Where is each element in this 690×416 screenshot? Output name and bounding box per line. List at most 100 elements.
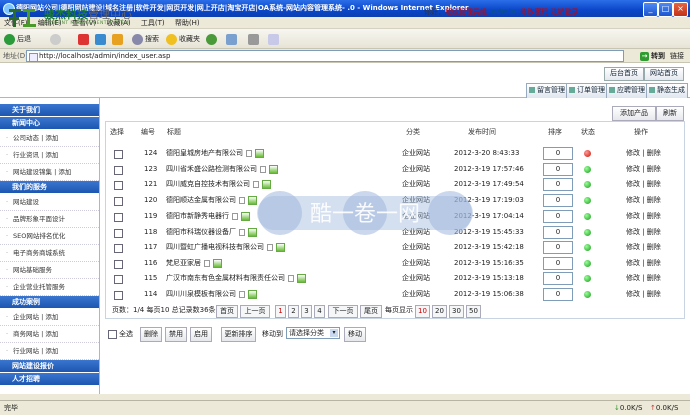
row-ops[interactable]: 修改 | 删除 <box>626 272 661 285</box>
minimize-button[interactable]: _ <box>643 2 658 17</box>
row-order-input[interactable]: 0 <box>543 272 573 285</box>
refresh-list-button[interactable]: 刷新 <box>656 106 684 121</box>
row-title[interactable]: 四川川泉模板有限公司 <box>166 288 257 301</box>
row-checkbox[interactable] <box>114 150 123 159</box>
sidebar-item-web-collection[interactable]: 网站建设锦集 | 添加 <box>0 164 99 181</box>
status-enabled-icon[interactable] <box>584 260 591 267</box>
menu-help[interactable]: 帮助(H) <box>171 17 204 29</box>
bulk-delete-button[interactable]: 删除 <box>140 327 162 342</box>
row-order-input[interactable]: 0 <box>543 194 573 207</box>
sidebar-item-business-sites[interactable]: 商务网站 | 添加 <box>0 326 99 343</box>
sidebar-head-about[interactable]: 关于我们 <box>0 104 99 117</box>
sidebar-head-jobs[interactable]: 人才招聘 <box>0 373 99 386</box>
pager-page-3[interactable]: 3 <box>301 305 312 318</box>
close-button[interactable]: × <box>673 2 688 17</box>
tab-orders[interactable]: 订单管理 <box>566 83 608 99</box>
row-title[interactable]: 四川暨虹广播电视科技有限公司 <box>166 241 285 254</box>
back-button[interactable]: 后退 <box>4 33 31 45</box>
pager-page-4[interactable]: 4 <box>314 305 325 318</box>
row-order-input[interactable]: 0 <box>543 178 573 191</box>
pager-first[interactable]: 首页 <box>216 305 238 318</box>
row-order-input[interactable]: 0 <box>543 226 573 239</box>
row-checkbox[interactable] <box>114 291 123 300</box>
search-button[interactable]: 搜索 <box>132 33 159 45</box>
row-title[interactable]: 德阳市科瑞仪器设备厂 <box>166 226 257 239</box>
print-button[interactable] <box>248 33 261 45</box>
add-product-button[interactable]: 添加产品 <box>612 106 656 121</box>
change-password-link[interactable]: 修改密码 <box>520 8 548 16</box>
status-enabled-icon[interactable] <box>584 229 591 236</box>
forward-button[interactable] <box>50 33 63 45</box>
row-title[interactable]: 德阳皇城房地产有限公司 <box>166 147 264 160</box>
category-select[interactable]: 请选择分类 ▾ <box>286 327 340 339</box>
row-checkbox[interactable] <box>114 181 123 190</box>
stop-button[interactable] <box>78 33 91 45</box>
status-disabled-icon[interactable] <box>584 150 591 157</box>
row-checkbox[interactable] <box>114 229 123 238</box>
sidebar-item-company-news[interactable]: 公司动态 | 添加 <box>0 130 99 147</box>
update-order-button[interactable]: 更新排序 <box>221 327 256 342</box>
per-page-10[interactable]: 10 <box>415 305 430 318</box>
row-ops[interactable]: 修改 | 删除 <box>626 210 661 223</box>
per-page-20[interactable]: 20 <box>432 305 447 318</box>
row-ops[interactable]: 修改 | 删除 <box>626 178 661 191</box>
menu-tools[interactable]: 工具(T) <box>137 17 169 29</box>
row-order-input[interactable]: 0 <box>543 163 573 176</box>
tab-messages[interactable]: 留言管理 <box>526 83 568 99</box>
logout-link[interactable]: 注销登录 <box>551 8 579 16</box>
status-enabled-icon[interactable] <box>584 244 591 251</box>
row-checkbox[interactable] <box>114 166 123 175</box>
status-enabled-icon[interactable] <box>584 166 591 173</box>
row-order-input[interactable]: 0 <box>543 241 573 254</box>
status-enabled-icon[interactable] <box>584 181 591 188</box>
select-all-checkbox[interactable] <box>108 330 117 339</box>
pager-page-1[interactable]: 1 <box>275 305 286 318</box>
row-order-input[interactable]: 0 <box>543 210 573 223</box>
links-label[interactable]: 链接 <box>670 50 684 62</box>
row-title[interactable]: 梵尼亚家居 <box>166 257 222 270</box>
favorites-button[interactable]: 收藏夹 <box>166 33 200 45</box>
row-title[interactable]: 四川省禾盛公路检测有限公司 <box>166 163 278 176</box>
move-button[interactable]: 移动 <box>344 327 366 342</box>
row-checkbox[interactable] <box>114 197 123 206</box>
sidebar-item-hosting[interactable]: 企业营业托管服务 <box>0 279 99 296</box>
edit-button[interactable] <box>268 33 281 45</box>
refresh-button[interactable] <box>95 33 108 45</box>
row-ops[interactable]: 修改 | 删除 <box>626 226 661 239</box>
row-ops[interactable]: 修改 | 删除 <box>626 288 661 301</box>
status-enabled-icon[interactable] <box>584 291 591 298</box>
row-title[interactable]: 德阳市新静秀电器行 <box>166 210 250 223</box>
row-order-input[interactable]: 0 <box>543 257 573 270</box>
row-ops[interactable]: 修改 | 删除 <box>626 147 661 160</box>
row-title[interactable]: 广汉市南东有色金属材料有限责任公司 <box>166 272 306 285</box>
home-button[interactable] <box>112 33 125 45</box>
bulk-disable-button[interactable]: 禁用 <box>165 327 187 342</box>
mail-button[interactable] <box>226 33 239 45</box>
pager-prev[interactable]: 上一页 <box>240 305 270 318</box>
row-checkbox[interactable] <box>114 244 123 253</box>
sidebar-item-web-building[interactable]: 网站建设 <box>0 194 99 211</box>
tab-applications[interactable]: 应聘管理 <box>606 83 648 99</box>
per-page-30[interactable]: 30 <box>449 305 464 318</box>
status-enabled-icon[interactable] <box>584 197 591 204</box>
sidebar-head-news[interactable]: 新闻中心 <box>0 117 99 130</box>
sidebar-item-enterprise-sites[interactable]: 企业网站 | 添加 <box>0 309 99 326</box>
bulk-enable-button[interactable]: 启用 <box>190 327 212 342</box>
pager-next[interactable]: 下一页 <box>328 305 358 318</box>
row-checkbox[interactable] <box>114 213 123 222</box>
per-page-50[interactable]: 50 <box>466 305 481 318</box>
row-checkbox[interactable] <box>114 275 123 284</box>
pager-last[interactable]: 尾页 <box>360 305 382 318</box>
row-ops[interactable]: 修改 | 删除 <box>626 194 661 207</box>
address-input[interactable]: http://localhost/admin/index_user.asp <box>26 50 624 62</box>
sidebar-head-services[interactable]: 我们的服务 <box>0 181 99 194</box>
tab-static-generate[interactable]: 静态生成 <box>646 83 688 99</box>
status-enabled-icon[interactable] <box>584 213 591 220</box>
sidebar-item-brand-design[interactable]: 品牌形象平面设计 <box>0 211 99 228</box>
row-order-input[interactable]: 0 <box>543 288 573 301</box>
status-enabled-icon[interactable] <box>584 275 591 282</box>
sidebar-item-basic-service[interactable]: 网站基础服务 <box>0 262 99 279</box>
row-ops[interactable]: 修改 | 删除 <box>626 257 661 270</box>
row-ops[interactable]: 修改 | 删除 <box>626 163 661 176</box>
history-button[interactable] <box>206 33 219 45</box>
